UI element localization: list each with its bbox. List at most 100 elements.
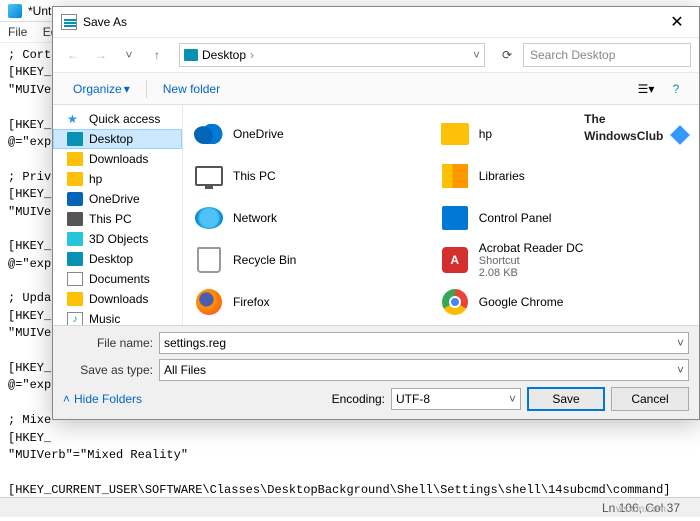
list-item[interactable]: A Acrobat Reader DCShortcut2.08 KB	[433, 239, 679, 281]
separator	[146, 80, 147, 98]
recent-dropdown[interactable]: ˅	[117, 43, 141, 67]
tree-item-desktop[interactable]: Desktop	[53, 249, 182, 269]
star-icon: ★	[67, 112, 83, 126]
item-name: Network	[233, 211, 277, 225]
mus-icon: ♪	[67, 312, 83, 325]
tree-item-this-pc[interactable]: This PC	[53, 209, 182, 229]
item-name: OneDrive	[233, 127, 284, 141]
brand-line1: The	[584, 112, 605, 126]
tree-item-desktop[interactable]: Desktop	[53, 129, 182, 149]
item-name: Recycle Bin	[233, 253, 296, 267]
encoding-value: UTF-8	[396, 392, 430, 406]
list-item[interactable]: Libraries	[433, 155, 679, 197]
encoding-select[interactable]: UTF-8 ˅	[391, 388, 521, 410]
hide-folders-button[interactable]: ˄ Hide Folders	[63, 392, 142, 406]
chevron-right-icon: ›	[250, 48, 254, 62]
file-list[interactable]: The WindowsClub OneDrive This PC Network Re…	[183, 105, 699, 325]
tree-item-music[interactable]: ♪ Music	[53, 309, 182, 325]
search-input[interactable]: Search Desktop	[523, 43, 691, 67]
encoding-label: Encoding:	[332, 392, 385, 406]
list-item[interactable]: Recycle Bin	[187, 239, 433, 281]
save-button[interactable]: Save	[527, 387, 605, 411]
cancel-label: Cancel	[631, 392, 668, 406]
desk-icon	[67, 132, 83, 146]
tree-item-documents[interactable]: Documents	[53, 269, 182, 289]
dropdown-icon[interactable]: ˅	[509, 392, 516, 406]
notepad-statusbar: Ln 106, Col 37	[0, 497, 700, 517]
cancel-button[interactable]: Cancel	[611, 387, 689, 411]
back-button[interactable]: ←	[61, 43, 85, 67]
help-button[interactable]: ?	[665, 78, 687, 100]
tree-item-downloads[interactable]: Downloads	[53, 289, 182, 309]
brand-line2: WindowsClub	[584, 129, 663, 143]
desk-icon	[67, 252, 83, 266]
net-icon	[193, 202, 225, 234]
tree-item-label: Quick access	[89, 112, 160, 126]
address-bar[interactable]: Desktop › ˅	[179, 43, 485, 67]
tree-item-quick-access[interactable]: ★ Quick access	[53, 109, 182, 129]
tree-item-label: Documents	[89, 272, 150, 286]
address-location: Desktop	[202, 48, 246, 62]
view-options-button[interactable]: ☰▾	[635, 78, 657, 100]
new-folder-label: New folder	[163, 82, 220, 96]
tree-item-onedrive[interactable]: OneDrive	[53, 189, 182, 209]
adobe-icon: A	[439, 244, 471, 276]
tree-item-label: hp	[89, 172, 102, 186]
tree-item-label: OneDrive	[89, 192, 140, 206]
nav-tree[interactable]: ★ Quick access Desktop Downloads hp OneDrive T…	[53, 105, 183, 325]
tree-item-label: 3D Objects	[89, 232, 148, 246]
item-sub: Shortcut	[479, 255, 584, 267]
organize-button[interactable]: Organize ▾	[65, 79, 138, 99]
tree-item-label: Desktop	[89, 252, 133, 266]
close-button[interactable]: ✕	[655, 7, 699, 37]
list-item[interactable]: Google Chrome	[433, 281, 679, 323]
notepad-title: *Unt	[28, 4, 51, 18]
doc-icon	[67, 272, 83, 286]
tree-item-downloads[interactable]: Downloads	[53, 149, 182, 169]
item-name: Acrobat Reader DC	[479, 241, 584, 255]
tree-item-label: Desktop	[89, 132, 133, 146]
address-dropdown-icon[interactable]: ˅	[473, 48, 480, 62]
filename-label: File name:	[63, 336, 153, 350]
list-item[interactable]: Network	[187, 197, 433, 239]
chrome-icon	[439, 286, 471, 318]
dropdown-icon[interactable]: ˅	[677, 336, 684, 350]
new-folder-button[interactable]: New folder	[155, 79, 228, 99]
hide-folders-label: Hide Folders	[74, 392, 142, 406]
forward-button[interactable]: →	[89, 43, 113, 67]
hp-icon	[67, 172, 83, 186]
up-button[interactable]: ↑	[145, 43, 169, 67]
filename-value: settings.reg	[164, 336, 226, 350]
list-item[interactable]: OneDrive	[187, 113, 433, 155]
od-icon	[67, 192, 83, 206]
search-placeholder: Search Desktop	[530, 48, 615, 62]
item-sub: 2.08 KB	[479, 267, 584, 279]
pc-icon	[67, 212, 83, 226]
dropdown-icon[interactable]: ˅	[677, 363, 684, 377]
lib-icon	[439, 160, 471, 192]
saveastype-select[interactable]: All Files ˅	[159, 359, 689, 381]
dialog-titlebar: Save As ✕	[53, 7, 699, 37]
onedrive-icon	[193, 118, 225, 150]
list-item[interactable]: This PC	[187, 155, 433, 197]
dialog-icon	[61, 14, 77, 30]
save-label: Save	[552, 392, 579, 406]
menu-file[interactable]: File	[8, 25, 27, 39]
brand-overlay: The WindowsClub	[584, 111, 687, 143]
tree-item-hp[interactable]: hp	[53, 169, 182, 189]
chevron-up-icon: ˄	[63, 392, 70, 406]
nav-row: ← → ˅ ↑ Desktop › ˅ ⟳ Search Desktop	[53, 37, 699, 73]
tree-item-3d-objects[interactable]: 3D Objects	[53, 229, 182, 249]
3d-icon	[67, 232, 83, 246]
refresh-button[interactable]: ⟳	[495, 43, 519, 67]
list-item[interactable]: Control Panel	[433, 197, 679, 239]
tree-item-label: Downloads	[89, 292, 148, 306]
bin-icon	[193, 244, 225, 276]
list-item[interactable]: Firefox	[187, 281, 433, 323]
tree-item-label: Music	[89, 312, 120, 325]
item-name: Firefox	[233, 295, 270, 309]
item-name: Libraries	[479, 169, 525, 183]
brand-square-icon	[670, 125, 690, 145]
filename-input[interactable]: settings.reg ˅	[159, 332, 689, 354]
dl-icon	[67, 292, 83, 306]
